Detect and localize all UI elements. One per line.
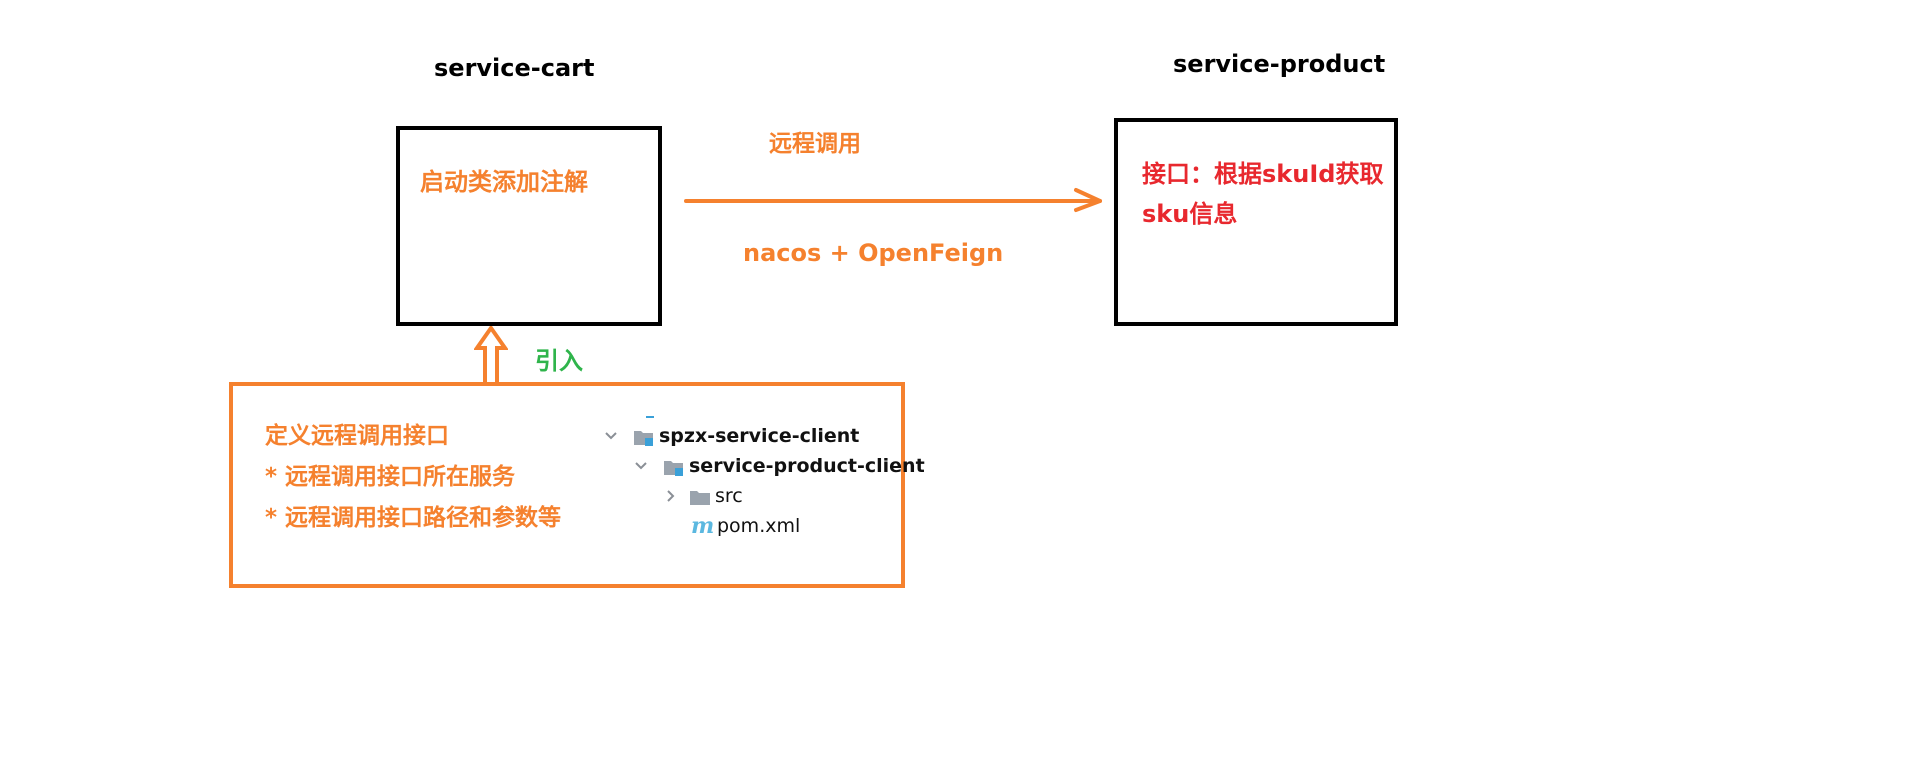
client-module-line-1: 定义远程调用接口 [265,423,449,449]
client-module-line-3: * 远程调用接口路径和参数等 [265,505,562,531]
service-cart-annotation-text: 启动类添加注解 [420,168,588,196]
remote-call-arrow [684,188,1102,212]
folder-icon [689,488,711,505]
tree-child-label: service-product-client [689,455,925,477]
tree-src-label: src [715,485,743,507]
client-module-box: 定义远程调用接口 * 远程调用接口所在服务 * 远程调用接口路径和参数等 spz… [229,382,925,588]
module-folder-icon [633,428,655,446]
service-cart-box: 启动类添加注解 [396,126,662,326]
tree-row-src[interactable]: src [663,482,743,510]
service-product-line-2: sku信息 [1142,200,1238,228]
import-arrow [474,326,508,386]
chevron-right-icon[interactable] [663,488,679,504]
tree-row-service-product-client[interactable]: service-product-client [633,452,925,480]
client-module-line-2: * 远程调用接口所在服务 [265,464,516,490]
import-label: 引入 [535,347,583,375]
service-product-line-1: 接口：根据skuId获取 [1142,160,1384,188]
tree-pom-label: pom.xml [717,515,801,537]
selection-marker [646,416,654,418]
service-product-title: service-product [1173,50,1386,78]
module-folder-icon [663,458,685,476]
chevron-down-icon[interactable] [633,458,649,474]
remote-call-label: 远程调用 [769,131,861,157]
service-cart-title: service-cart [434,54,595,82]
chevron-down-icon[interactable] [603,428,619,444]
maven-icon: m [691,513,715,539]
project-tree: spzx-service-client service-product-clie… [603,416,925,556]
service-product-box: 接口：根据skuId获取 sku信息 [1114,118,1398,326]
remote-call-mechanism: nacos + OpenFeign [743,239,1004,267]
tree-row-root[interactable]: spzx-service-client [603,422,859,450]
tree-row-pom[interactable]: m pom.xml [691,512,800,540]
tree-root-label: spzx-service-client [659,425,860,447]
